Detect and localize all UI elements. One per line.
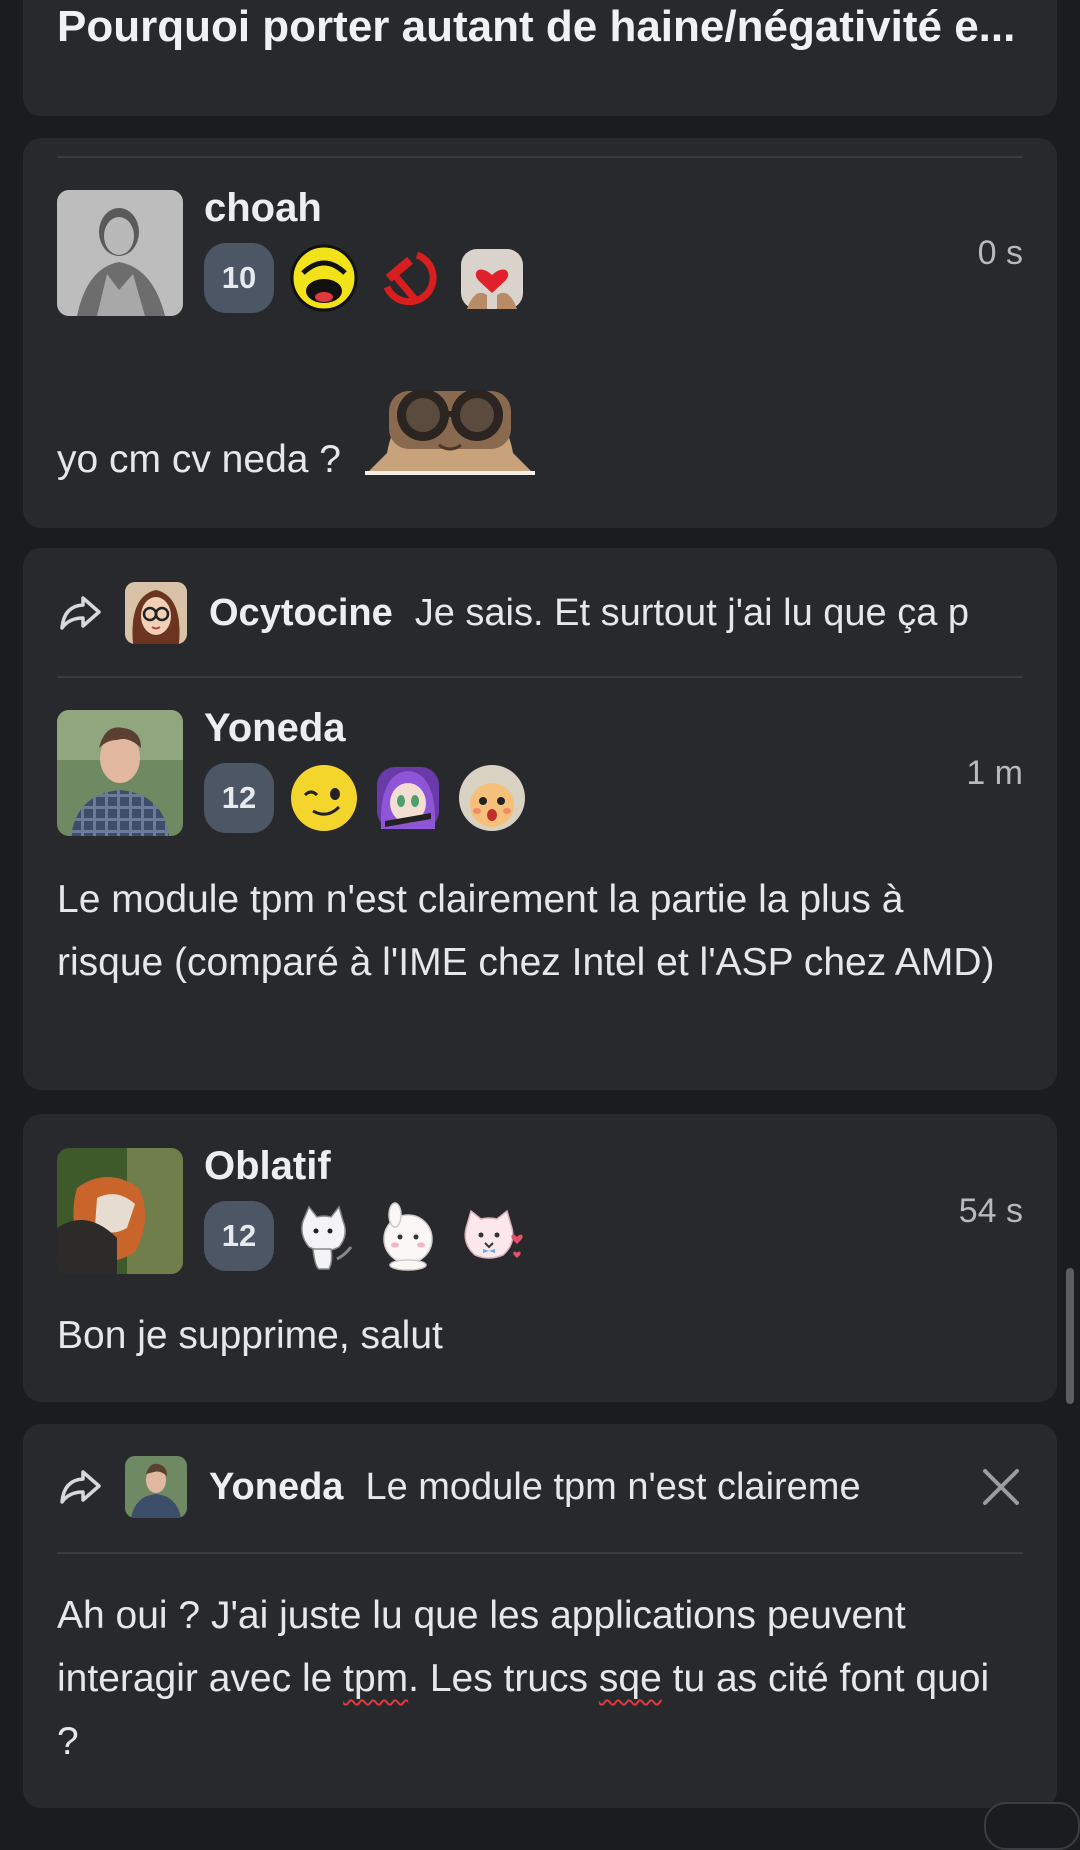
- misspelled-word[interactable]: tpm: [343, 1657, 408, 1700]
- smiling-face-icon: [289, 763, 359, 833]
- level-badge: 10: [204, 243, 274, 313]
- username[interactable]: Yoneda: [204, 706, 346, 751]
- anime-girl-icon: [373, 763, 443, 833]
- post-card: choah 10 0 s yo cm cv neda ?: [23, 138, 1057, 528]
- divider: [57, 156, 1023, 158]
- bunny-icon: [373, 1201, 443, 1271]
- reply-arrow-icon: [60, 1470, 101, 1504]
- level-badge: 12: [204, 763, 274, 833]
- reply-arrow-icon: [60, 596, 101, 630]
- divider: [57, 1552, 1023, 1554]
- cat-hearts-icon: [457, 1201, 527, 1271]
- misspelled-word[interactable]: sqe: [599, 1657, 662, 1700]
- crying-doll-icon: [457, 763, 527, 833]
- scrollbar[interactable]: [1066, 1268, 1074, 1404]
- message-text: Le module tpm n'est clairement la partie…: [57, 878, 995, 984]
- avatar[interactable]: [57, 1148, 183, 1274]
- waving-cat-icon: [289, 1201, 359, 1271]
- reply-avatar: [125, 1456, 187, 1518]
- post-card: Oblatif 12 54 s Bon je supprime, salut: [23, 1114, 1057, 1402]
- divider: [57, 676, 1023, 678]
- reply-username: Ocytocine: [209, 591, 393, 634]
- reply-reference[interactable]: Ocytocine Je sais. Et surtout j'ai lu qu…: [57, 578, 1023, 648]
- username[interactable]: choah: [204, 186, 322, 231]
- reply-snippet: Le module tpm n'est claireme: [365, 1465, 861, 1508]
- timestamp: 54 s: [958, 1192, 1023, 1230]
- laughing-emoji-icon: [289, 243, 359, 313]
- bottom-handle[interactable]: [984, 1802, 1080, 1850]
- reply-avatar: [125, 582, 187, 644]
- topic-header[interactable]: Pourquoi porter autant de haine/négativi…: [23, 0, 1057, 116]
- cat-glasses-sticker: [365, 383, 535, 475]
- avatar[interactable]: [57, 190, 183, 316]
- timestamp: 1 m: [966, 754, 1023, 792]
- reply-reference[interactable]: Yoneda Le module tpm n'est claireme: [57, 1452, 947, 1522]
- post-card: Ocytocine Je sais. Et surtout j'ai lu qu…: [23, 548, 1057, 1090]
- timestamp: 0 s: [977, 234, 1023, 272]
- message-input[interactable]: Ah oui ? J'ai juste lu que les applicati…: [57, 1584, 1017, 1773]
- heart-hands-icon: [457, 243, 527, 313]
- reply-snippet: Je sais. Et surtout j'ai lu que ça p: [414, 591, 970, 634]
- username[interactable]: Oblatif: [204, 1144, 331, 1189]
- avatar[interactable]: [57, 710, 183, 836]
- message-text: Bon je supprime, salut: [57, 1314, 443, 1357]
- reply-username: Yoneda: [209, 1465, 344, 1508]
- topic-title: Pourquoi porter autant de haine/négativi…: [57, 2, 1016, 51]
- level-badge: 12: [204, 1201, 274, 1271]
- close-icon[interactable]: [979, 1465, 1023, 1509]
- message-text: yo cm cv neda ?: [57, 438, 341, 481]
- hammer-sickle-icon: [373, 243, 443, 313]
- composer-text: . Les trucs: [408, 1657, 599, 1700]
- reply-composer[interactable]: Yoneda Le module tpm n'est claireme Ah o…: [23, 1424, 1057, 1808]
